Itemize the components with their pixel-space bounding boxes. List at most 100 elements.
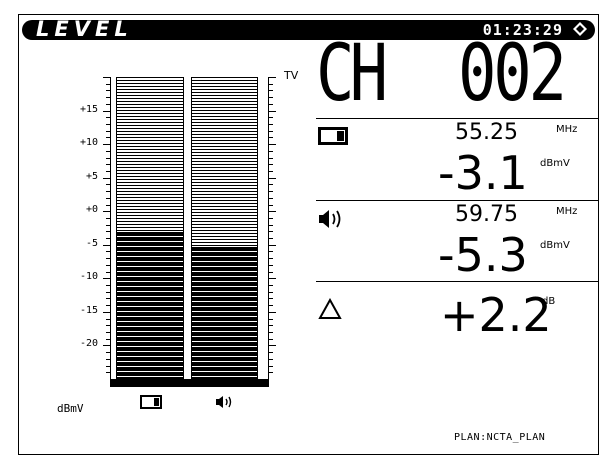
tick-left [106, 271, 110, 273]
tick-right [269, 130, 273, 132]
tick-right [269, 332, 273, 334]
audio-level: -5.3 [438, 228, 528, 282]
tick-right [269, 217, 273, 219]
tick-left [106, 170, 110, 172]
tick-left [106, 117, 110, 119]
tick-left [106, 90, 110, 92]
tick-right [269, 264, 273, 266]
tick-left [106, 123, 110, 125]
delta-icon [318, 298, 342, 319]
tick-left [106, 224, 110, 226]
tick-right [269, 204, 273, 206]
tick-right [269, 258, 273, 260]
tick-left [106, 130, 110, 132]
divider-1 [316, 118, 599, 119]
tick-left [106, 191, 110, 193]
tick-left [103, 244, 110, 246]
meter-y-label: -20 [79, 338, 98, 350]
meter-y-label: +15 [79, 103, 98, 115]
video-level: -3.1 [438, 146, 528, 200]
tick-right [269, 238, 273, 240]
tick-left [103, 144, 110, 146]
audio-bar-fill [192, 246, 257, 379]
audio-level-unit: dBmV [540, 240, 570, 251]
meter-right-axis [268, 77, 269, 379]
tick-right [269, 345, 276, 347]
tick-left [103, 311, 110, 313]
video-bar-empty [117, 77, 183, 233]
tick-right [269, 211, 276, 213]
tick-right [269, 83, 273, 85]
tick-left [106, 150, 110, 152]
tick-right [269, 352, 273, 354]
tick-left [106, 258, 110, 260]
tick-left [106, 305, 110, 307]
tick-left [106, 251, 110, 253]
audio-level-bar [191, 77, 258, 379]
tick-left [106, 137, 110, 139]
tick-left [106, 332, 110, 334]
tick-right [269, 191, 273, 193]
tick-right [269, 285, 273, 287]
tick-left [106, 157, 110, 159]
tick-right [269, 231, 273, 233]
tick-left [106, 264, 110, 266]
tick-left [103, 278, 110, 280]
tick-right [269, 110, 276, 112]
tick-left [106, 352, 110, 354]
meter-baseline [110, 379, 269, 387]
tick-right [269, 184, 273, 186]
tick-left [106, 231, 110, 233]
tick-right [269, 170, 273, 172]
tick-right [269, 144, 276, 146]
divider-2 [316, 200, 599, 201]
tv-screen-icon [318, 127, 348, 145]
speaker-icon [319, 210, 341, 228]
tick-right [269, 372, 273, 374]
meter-unit-label: dBmV [57, 402, 84, 415]
tick-left [106, 204, 110, 206]
tick-left [106, 285, 110, 287]
tick-left [106, 197, 110, 199]
video-level-bar [116, 77, 184, 379]
divider-3 [316, 281, 599, 282]
tick-right [269, 117, 273, 119]
channel-plan: PLAN:NCTA_PLAN [454, 432, 546, 443]
tick-left [106, 291, 110, 293]
tick-left [106, 164, 110, 166]
audio-bar-empty [192, 77, 257, 247]
delta-value: +2.2 [440, 288, 552, 342]
tick-left [103, 345, 110, 347]
delta-unit: dB [542, 296, 556, 307]
gps-diamond-icon [573, 22, 587, 36]
tick-right [269, 164, 273, 166]
tick-left [106, 103, 110, 105]
tick-right [269, 103, 273, 105]
tick-right [269, 97, 273, 99]
tick-right [269, 150, 273, 152]
tick-right [269, 224, 273, 226]
audio-freq-unit: MHz [556, 206, 578, 217]
tick-right [269, 251, 273, 253]
channel-prefix: CH [316, 29, 388, 119]
tick-left [106, 372, 110, 374]
tick-right [269, 318, 273, 320]
speaker-icon [216, 396, 232, 408]
channel-number: 002 [458, 29, 567, 119]
tick-right [269, 291, 273, 293]
tick-right [269, 305, 273, 307]
tick-left [103, 77, 110, 78]
tick-right [269, 311, 276, 313]
tick-left [106, 325, 110, 327]
tick-right [269, 298, 273, 300]
tick-left [106, 358, 110, 360]
tick-left [106, 338, 110, 340]
tick-left [106, 365, 110, 367]
tick-right [269, 278, 276, 280]
tick-right [269, 325, 273, 327]
tick-right [269, 123, 273, 125]
meter-y-label: +0 [85, 204, 98, 216]
tick-left [106, 238, 110, 240]
tick-right [269, 197, 273, 199]
tick-left [103, 177, 110, 179]
